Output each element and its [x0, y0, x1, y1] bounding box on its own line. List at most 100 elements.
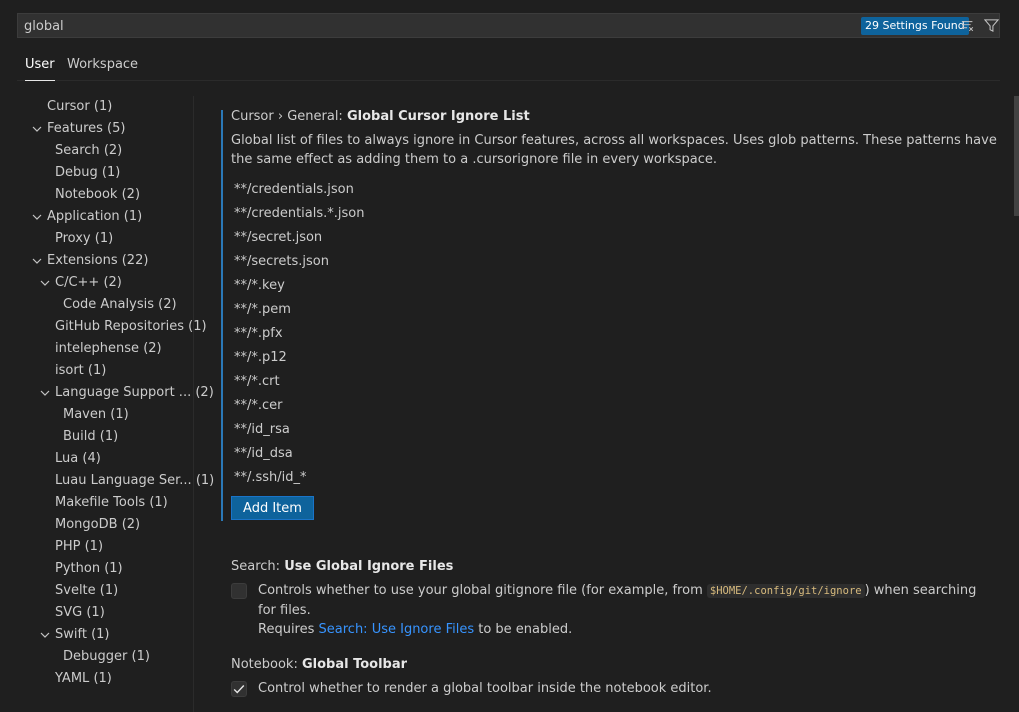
- desc-text: to be enabled.: [474, 622, 573, 637]
- setting-description: Control whether to render a global toolb…: [258, 681, 712, 696]
- toc-item-count: (5): [107, 121, 126, 136]
- toc-item[interactable]: Swift (1): [40, 624, 110, 646]
- ignore-pattern-item[interactable]: **/secrets.json: [234, 250, 329, 274]
- chevron-down-icon[interactable]: [31, 211, 43, 223]
- ignore-pattern-item[interactable]: **/id_rsa: [234, 418, 290, 442]
- toc-item[interactable]: Language Support ... (2): [40, 382, 214, 404]
- toc-item-label: Maven: [63, 407, 107, 422]
- ignore-pattern-item[interactable]: **/*.crt: [234, 370, 280, 394]
- setting-description: Global list of files to always ignore in…: [231, 133, 997, 167]
- toc-item[interactable]: Python (1): [55, 558, 123, 580]
- filter-icon[interactable]: [984, 18, 999, 33]
- chevron-down-icon[interactable]: [39, 629, 51, 641]
- setting-category: Search:: [231, 559, 285, 574]
- toc-item[interactable]: Application (1): [32, 206, 143, 228]
- toc-item-count: (1): [86, 605, 105, 620]
- chevron-down-icon[interactable]: [31, 123, 43, 135]
- toc-item-label: SVG: [55, 605, 83, 620]
- settings-list: Cursor › General: Global Cursor Ignore L…: [194, 96, 1012, 712]
- toc-item-count: (1): [87, 363, 107, 378]
- ignore-pattern-item[interactable]: **/*.pfx: [234, 322, 283, 346]
- gitignore-path: $HOME/.config/git/ignore: [706, 584, 865, 598]
- ignore-pattern-item[interactable]: **/*.pem: [234, 298, 291, 322]
- toc-item[interactable]: Luau Language Ser... (1): [55, 470, 214, 492]
- toc-item-label: Swift: [55, 627, 87, 642]
- settings-search-input[interactable]: [24, 17, 844, 35]
- tab-user[interactable]: User: [25, 57, 55, 81]
- toc-item-label: Search: [55, 143, 100, 158]
- ignore-pattern-item[interactable]: **/id_dsa: [234, 442, 293, 466]
- chevron-down-icon[interactable]: [31, 255, 43, 267]
- ignore-pattern-item[interactable]: **/credentials.*.json: [234, 202, 364, 226]
- settings-toc: Cursor (1) Features (5) Search (2) Debug (1…: [17, 96, 214, 712]
- toc-item[interactable]: PHP (1): [55, 536, 103, 558]
- toc-item-count: (1): [93, 671, 112, 686]
- ignore-pattern-item[interactable]: **/*.cer: [234, 394, 283, 418]
- toc-item-count: (1): [123, 209, 143, 224]
- toc-item[interactable]: Debugger (1): [63, 646, 150, 668]
- toc-item-count: (1): [94, 231, 114, 246]
- ignore-pattern-item[interactable]: **/*.key: [234, 274, 285, 298]
- toc-item-count: (2): [103, 275, 122, 290]
- toc-item[interactable]: SVG (1): [55, 602, 105, 624]
- scrollbar-thumb[interactable]: [1014, 96, 1019, 216]
- ignore-pattern-item[interactable]: **/*.p12: [234, 346, 287, 370]
- toc-item-label: YAML: [55, 671, 90, 686]
- toc-item-label: C/C++: [55, 275, 100, 290]
- toc-item[interactable]: Extensions (22): [32, 250, 148, 272]
- toc-item[interactable]: Svelte (1): [55, 580, 118, 602]
- toc-item-label: MongoDB: [55, 517, 118, 532]
- toc-item[interactable]: Proxy (1): [55, 228, 113, 250]
- ignore-pattern-item[interactable]: **/secret.json: [234, 226, 322, 250]
- setting-category: Notebook:: [231, 657, 302, 672]
- toc-item-label: Debugger: [63, 649, 128, 664]
- toc-item[interactable]: Cursor (1): [47, 96, 112, 118]
- setting-title: Search: Use Global Ignore Files: [231, 559, 453, 574]
- toc-item[interactable]: Code Analysis (2): [63, 294, 177, 316]
- use-ignore-files-link[interactable]: Search: Use Ignore Files: [319, 622, 475, 637]
- toc-item[interactable]: Features (5): [32, 118, 126, 140]
- toc-item-label: intelephense: [55, 341, 140, 356]
- ignore-pattern-item[interactable]: **/.ssh/id_*: [234, 466, 307, 490]
- toc-item[interactable]: Notebook (2): [55, 184, 140, 206]
- toc-item[interactable]: MongoDB (2): [55, 514, 140, 536]
- toc-item[interactable]: Search (2): [55, 140, 122, 162]
- clear-filter-icon[interactable]: [961, 19, 975, 33]
- toc-item-label: GitHub Repositories: [55, 319, 184, 334]
- toc-item[interactable]: GitHub Repositories (1): [55, 316, 207, 338]
- toc-item[interactable]: YAML (1): [55, 668, 112, 690]
- check-icon: [233, 685, 245, 694]
- toc-item-label: Features: [47, 121, 103, 136]
- settings-search-box: 29 Settings Found: [17, 13, 1000, 38]
- global-toolbar-checkbox[interactable]: [231, 681, 247, 697]
- toc-item[interactable]: intelephense (2): [55, 338, 162, 360]
- add-item-button[interactable]: Add Item: [231, 496, 314, 520]
- toc-item-label: Build: [63, 429, 96, 444]
- toc-item[interactable]: C/C++ (2): [40, 272, 122, 294]
- toc-item[interactable]: Build (1): [63, 426, 118, 448]
- toc-item-count: (1): [104, 561, 123, 576]
- desc-text: Controls whether to use your global giti…: [258, 583, 707, 598]
- setting-title: Cursor › General: Global Cursor Ignore L…: [231, 109, 530, 124]
- setting-name: Use Global Ignore Files: [284, 559, 454, 574]
- settings-scope-tabs: User Workspace: [17, 52, 1000, 81]
- toc-item-count: (2): [121, 187, 141, 202]
- chevron-down-icon[interactable]: [39, 387, 51, 399]
- toc-item-count: (1): [91, 627, 110, 642]
- toc-item[interactable]: Debug (1): [55, 162, 120, 184]
- toc-item-count: (1): [149, 495, 168, 510]
- toc-item-count: (1): [99, 429, 119, 444]
- toc-item-count: (2): [103, 143, 123, 158]
- chevron-down-icon[interactable]: [39, 277, 51, 289]
- toc-item[interactable]: Lua (4): [55, 448, 101, 470]
- toc-item-label: Language Support ...: [55, 385, 192, 400]
- use-global-ignore-checkbox[interactable]: [231, 583, 247, 599]
- toc-item-label: Application: [47, 209, 120, 224]
- toc-item-label: Lua: [55, 451, 79, 466]
- tab-workspace[interactable]: Workspace: [67, 57, 138, 80]
- results-count-badge: 29 Settings Found: [861, 17, 969, 35]
- ignore-pattern-item[interactable]: **/credentials.json: [234, 178, 354, 202]
- toc-item[interactable]: Makefile Tools (1): [55, 492, 168, 514]
- toc-item[interactable]: isort (1): [55, 360, 106, 382]
- toc-item[interactable]: Maven (1): [63, 404, 129, 426]
